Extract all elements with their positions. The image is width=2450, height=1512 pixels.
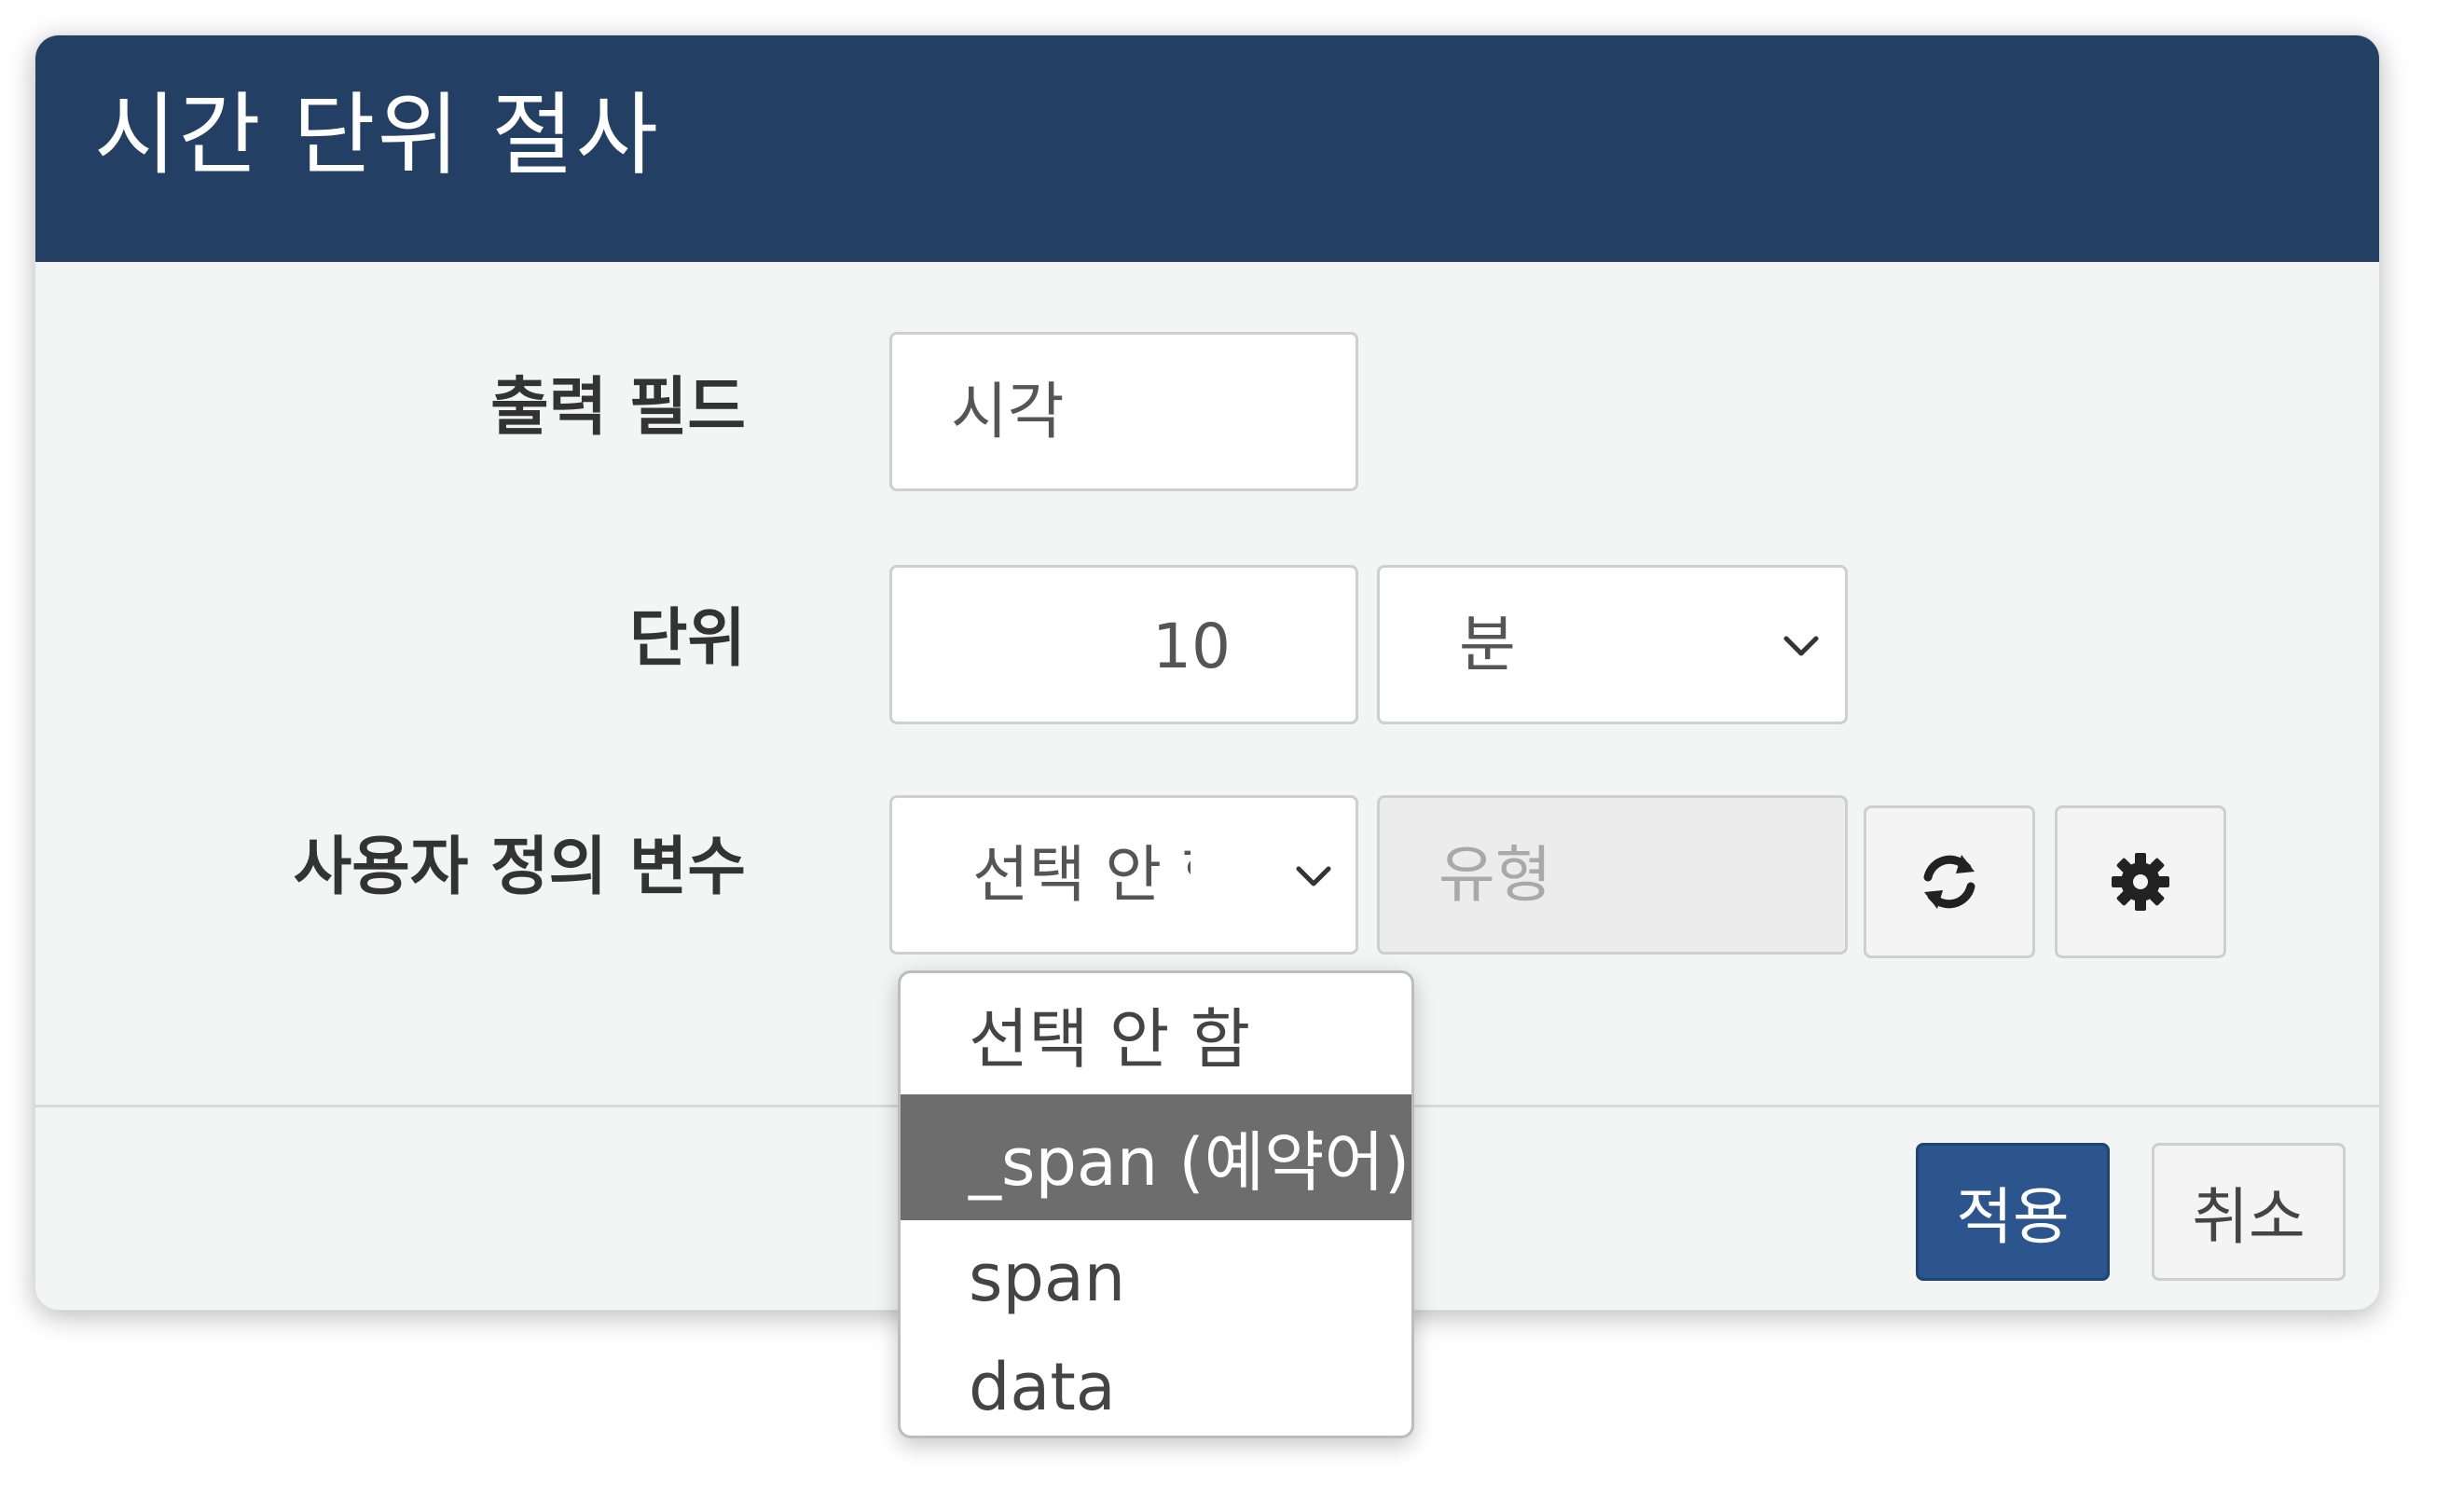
custom-variable-label: 사용자 정의 변수 bbox=[293, 831, 746, 904]
gear-icon bbox=[2112, 853, 2169, 911]
chevron-down-icon bbox=[1783, 636, 1819, 656]
dropdown-option-none[interactable]: 선택 안 함 bbox=[901, 973, 1411, 1094]
custom-variable-select[interactable]: 선택 안 함 bbox=[889, 795, 1358, 955]
output-field-label: 출력 필드 bbox=[490, 371, 746, 445]
output-field-input[interactable]: 시각 bbox=[889, 332, 1358, 491]
dialog-title: 시간 단위 절사 bbox=[94, 83, 660, 187]
settings-button[interactable] bbox=[2055, 805, 2226, 958]
unit-select[interactable]: 분 bbox=[1377, 565, 1848, 724]
type-placeholder: 유형 bbox=[1438, 839, 1552, 911]
unit-number-input[interactable]: 10 bbox=[889, 565, 1358, 724]
apply-button[interactable]: 적용 bbox=[1916, 1143, 2110, 1281]
unit-number-value: 10 bbox=[1152, 611, 1231, 682]
dialog-header: 시간 단위 절사 bbox=[35, 35, 2379, 262]
unit-select-value: 분 bbox=[1459, 609, 1516, 680]
output-field-value: 시각 bbox=[951, 376, 1065, 447]
custom-variable-dropdown: 선택 안 함 _span (예약어) span data bbox=[898, 970, 1414, 1438]
refresh-button[interactable] bbox=[1864, 805, 2035, 958]
unit-label: 단위 bbox=[628, 602, 746, 676]
refresh-icon bbox=[1923, 855, 1975, 909]
type-input: 유형 bbox=[1377, 795, 1848, 955]
dropdown-option-data[interactable]: data bbox=[901, 1336, 1411, 1436]
custom-variable-selected: 선택 안 함 bbox=[972, 845, 1191, 906]
chevron-down-icon bbox=[1296, 866, 1331, 887]
cancel-button[interactable]: 취소 bbox=[2152, 1143, 2346, 1281]
dropdown-option-span-reserved[interactable]: _span (예약어) bbox=[901, 1094, 1411, 1220]
dropdown-option-span[interactable]: span bbox=[901, 1220, 1411, 1336]
